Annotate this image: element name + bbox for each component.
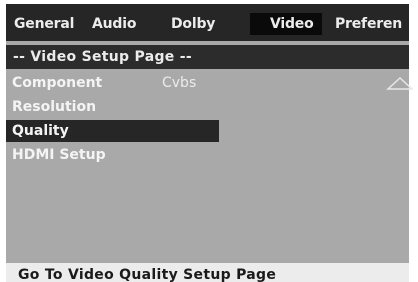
tab-general[interactable]: General xyxy=(14,13,74,35)
help-text: Go To Video Quality Setup Page xyxy=(18,267,277,282)
menu-item-label: Resolution xyxy=(12,99,97,115)
menu-item-label: HDMI Setup xyxy=(12,147,106,163)
menu-panel: Component Resolution Quality HDMI Setup xyxy=(6,69,409,263)
tab-bar: General Audio Dolby Video Preferen xyxy=(6,4,409,41)
menu-item-label: Quality xyxy=(12,123,69,139)
menu-item-label: Component xyxy=(12,75,103,91)
menu-item-quality[interactable]: Quality xyxy=(6,120,219,142)
menu-item-hdmi-setup[interactable]: HDMI Setup xyxy=(6,144,219,166)
tab-audio[interactable]: Audio xyxy=(92,13,136,35)
tab-preferences[interactable]: Preferen xyxy=(335,13,402,35)
component-value: Cvbs xyxy=(162,75,197,91)
tab-video[interactable]: Video xyxy=(250,13,322,35)
menu-item-resolution[interactable]: Resolution xyxy=(6,96,219,118)
tab-dolby[interactable]: Dolby xyxy=(171,13,215,35)
setup-screen: General Audio Dolby Video Preferen -- Vi… xyxy=(0,0,418,282)
help-bar: Go To Video Quality Setup Page xyxy=(6,263,409,282)
triangle-up-icon[interactable] xyxy=(386,76,414,92)
page-title: -- Video Setup Page -- xyxy=(6,45,409,69)
